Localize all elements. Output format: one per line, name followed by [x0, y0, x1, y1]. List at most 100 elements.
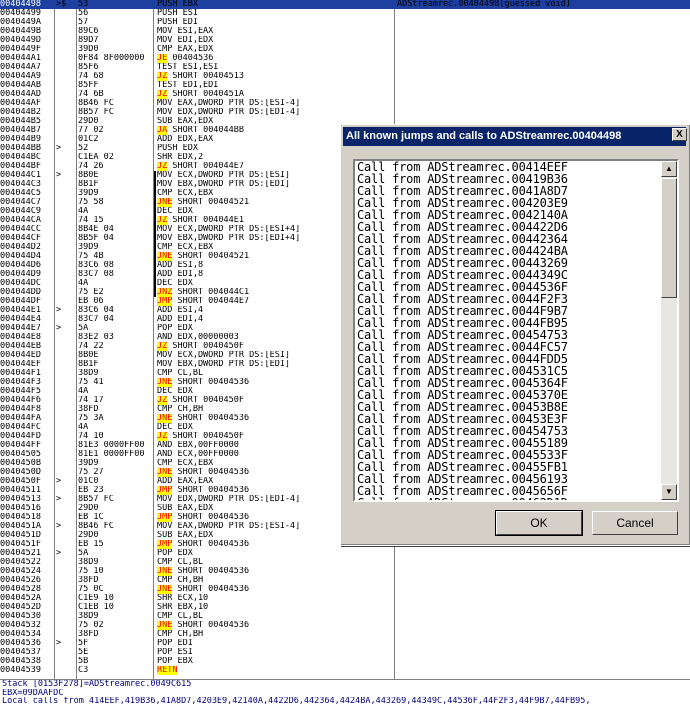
- disasm-address: 004044FA: [0, 414, 41, 423]
- disasm-address: 004044A1: [0, 54, 41, 63]
- disasm-instruction: PUSH ESI: [157, 9, 198, 18]
- disasm-row[interactable]: 0040452D C1EB 10 SHR EBX,10: [0, 603, 690, 612]
- disasm-row[interactable]: 00404524 75 10 JNE SHORT 00404536: [0, 567, 690, 576]
- disasm-hex: C1EB 10: [78, 603, 114, 612]
- disasm-instruction: TEST ESI,ESI: [157, 63, 219, 72]
- disasm-row[interactable]: 004044A1 0F84 8F000000 JE 00404536: [0, 54, 690, 63]
- disasm-hex: 8B4E 04: [78, 225, 114, 234]
- disasm-row[interactable]: 0040449D 89D7 MOV EDI,EDX: [0, 36, 690, 45]
- disasm-instruction: JE 00404536: [157, 54, 392, 63]
- jump-target: SHORT 004044E7: [167, 162, 245, 171]
- ok-button[interactable]: OK: [495, 510, 583, 536]
- jump-target: SHORT 0040450F: [167, 396, 245, 405]
- disasm-address: 004044DF: [0, 297, 41, 306]
- disasm-address: 00404536: [0, 639, 41, 648]
- disasm-marker: >: [56, 638, 62, 648]
- jump-target: SHORT 00404536: [172, 540, 250, 549]
- disasm-hex: 4A: [78, 207, 89, 216]
- calls-listbox[interactable]: Call from ADStreamrec.00414EEF Call from …: [353, 159, 679, 502]
- disasm-address: 004044AB: [0, 81, 41, 90]
- disasm-row[interactable]: 00404499 56 PUSH ESI: [0, 9, 690, 18]
- disasm-address: 00404532: [0, 621, 41, 630]
- jump-target: SHORT 00404536: [172, 378, 250, 387]
- disasm-row[interactable]: 00404521 >5A POP EDX: [0, 549, 690, 558]
- cancel-button[interactable]: Cancel: [592, 511, 678, 535]
- vertical-scrollbar[interactable]: ▲ ▼: [661, 161, 677, 500]
- jump-target: SHORT 0040450F: [167, 342, 245, 351]
- disasm-row[interactable]: 00404522 38D9 CMP CL,BL: [0, 558, 690, 567]
- disasm-instruction: RETN: [157, 666, 392, 675]
- disasm-instruction: SHR EBX,10: [157, 603, 209, 612]
- disasm-hex: 74 22: [78, 342, 104, 351]
- jump-opcode: JMP: [157, 297, 173, 306]
- disasm-hex: 38D9: [78, 612, 99, 621]
- disasm-row[interactable]: 00404539 C3 RETN: [0, 666, 690, 675]
- list-item[interactable]: Call from ADStreamrec.00462D1D: [357, 497, 662, 500]
- disasm-address: 0040450D: [0, 468, 41, 477]
- jump-opcode: JNE: [157, 198, 173, 207]
- disasm-row[interactable]: 00404534 38FD CMP CH,BH: [0, 630, 690, 639]
- disasm-row[interactable]: 0040452A C1E9 10 SHR ECX,10: [0, 594, 690, 603]
- jump-target: SHORT 00404536: [172, 585, 250, 594]
- disasm-row[interactable]: 004044A7 85F6 TEST ESI,ESI: [0, 63, 690, 72]
- disasm-hex: C1EA 02: [78, 153, 114, 162]
- disasm-row[interactable]: 00404532 75 02 JNE SHORT 00404536: [0, 621, 690, 630]
- calls-list[interactable]: Call from ADStreamrec.00414EEF Call from …: [357, 161, 662, 500]
- disasm-row[interactable]: 0040449A 57 PUSH EDI: [0, 18, 690, 27]
- disasm-row[interactable]: 00404528 75 0C JNE SHORT 00404536: [0, 585, 690, 594]
- disasm-address: 0040452D: [0, 603, 41, 612]
- disasm-address: 0040449D: [0, 36, 41, 45]
- disasm-row[interactable]: 004044A9 74 68 JZ SHORT 00404513: [0, 72, 690, 81]
- disasm-address: 00404522: [0, 558, 41, 567]
- disasm-hex: 8B0E: [78, 171, 99, 180]
- disasm-row[interactable]: 0040449B 89C6 MOV ESI,EAX: [0, 27, 690, 36]
- disasm-address: 00404526: [0, 576, 41, 585]
- jump-opcode: JZ: [157, 162, 168, 171]
- disasm-hex: EB 1C: [78, 513, 104, 522]
- disasm-row[interactable]: 00404537 5E POP ESI: [0, 648, 690, 657]
- jump-target: SHORT 00404536: [172, 567, 250, 576]
- disasm-address: 004044CA: [0, 216, 41, 225]
- disasm-hex: 01C0: [78, 477, 99, 486]
- disasm-hex: 74 15: [78, 216, 104, 225]
- scroll-thumb[interactable]: [661, 178, 677, 298]
- disasm-address: 004044FC: [0, 423, 41, 432]
- jump-opcode: JMP: [157, 540, 173, 549]
- disasm-hex: 4A: [78, 279, 89, 288]
- disasm-address: 00404538: [0, 657, 41, 666]
- disasm-address: 004044F1: [0, 369, 41, 378]
- status-line-register: EBX=09DAAFDC: [2, 688, 64, 697]
- jump-opcode: JZ: [157, 90, 168, 99]
- disasm-address: 0040451A: [0, 522, 41, 531]
- disasm-hex: 8B1F: [78, 360, 99, 369]
- disasm-address: 004044E8: [0, 333, 41, 342]
- close-button[interactable]: X: [672, 128, 687, 141]
- scroll-down-icon[interactable]: ▼: [661, 484, 677, 500]
- disasm-marker: >: [56, 494, 62, 504]
- jump-target: SHORT 00404536: [172, 414, 250, 423]
- disasm-hex: 89C6: [78, 27, 99, 36]
- disasm-hex: 56: [78, 9, 89, 18]
- disasm-row[interactable]: 004044AD 74 6B JZ SHORT 0040451A: [0, 90, 690, 99]
- status-panel: Stack [0153F278]=ADStreamrec.0049C615 EB…: [0, 679, 690, 706]
- disasm-row[interactable]: 00404538 5B POP EBX: [0, 657, 690, 666]
- disasm-row[interactable]: 004044AB 85FF TEST EDI,EDI: [0, 81, 690, 90]
- disasm-row[interactable]: 00404526 38FD CMP CH,BH: [0, 576, 690, 585]
- disasm-address: 004044E7: [0, 324, 41, 333]
- disasm-row[interactable]: 0040449F 39D0 CMP EAX,EDX: [0, 45, 690, 54]
- disasm-instruction: CMP CL,BL: [157, 612, 204, 621]
- disasm-hex: 4A: [78, 387, 89, 396]
- disasm-row[interactable]: 00404498 >$ 53 PUSH EBX ADStreamrec.00404498…: [0, 0, 690, 9]
- jump-target: 00404536: [167, 54, 214, 63]
- disasm-row[interactable]: 00404536 >5F POP EDI: [0, 639, 690, 648]
- dialog-title: All known jumps and calls to ADStreamrec…: [343, 127, 686, 146]
- disasm-row[interactable]: 00404530 38D9 CMP CL,BL: [0, 612, 690, 621]
- disasm-address: 004044FD: [0, 432, 41, 441]
- jump-opcode: JNE: [157, 252, 173, 261]
- disasm-address: 004044D9: [0, 270, 41, 279]
- disasm-row[interactable]: 004044B2 8B57 FC MOV EDX,DWORD PTR DS:[EDI…: [0, 108, 690, 117]
- disasm-row[interactable]: 004044AF 8B46 FC MOV EAX,DWORD PTR DS:[ESI…: [0, 99, 690, 108]
- scroll-up-icon[interactable]: ▲: [661, 161, 677, 177]
- jump-target: SHORT 004044BB: [167, 126, 245, 135]
- jump-opcode: JA: [157, 126, 168, 135]
